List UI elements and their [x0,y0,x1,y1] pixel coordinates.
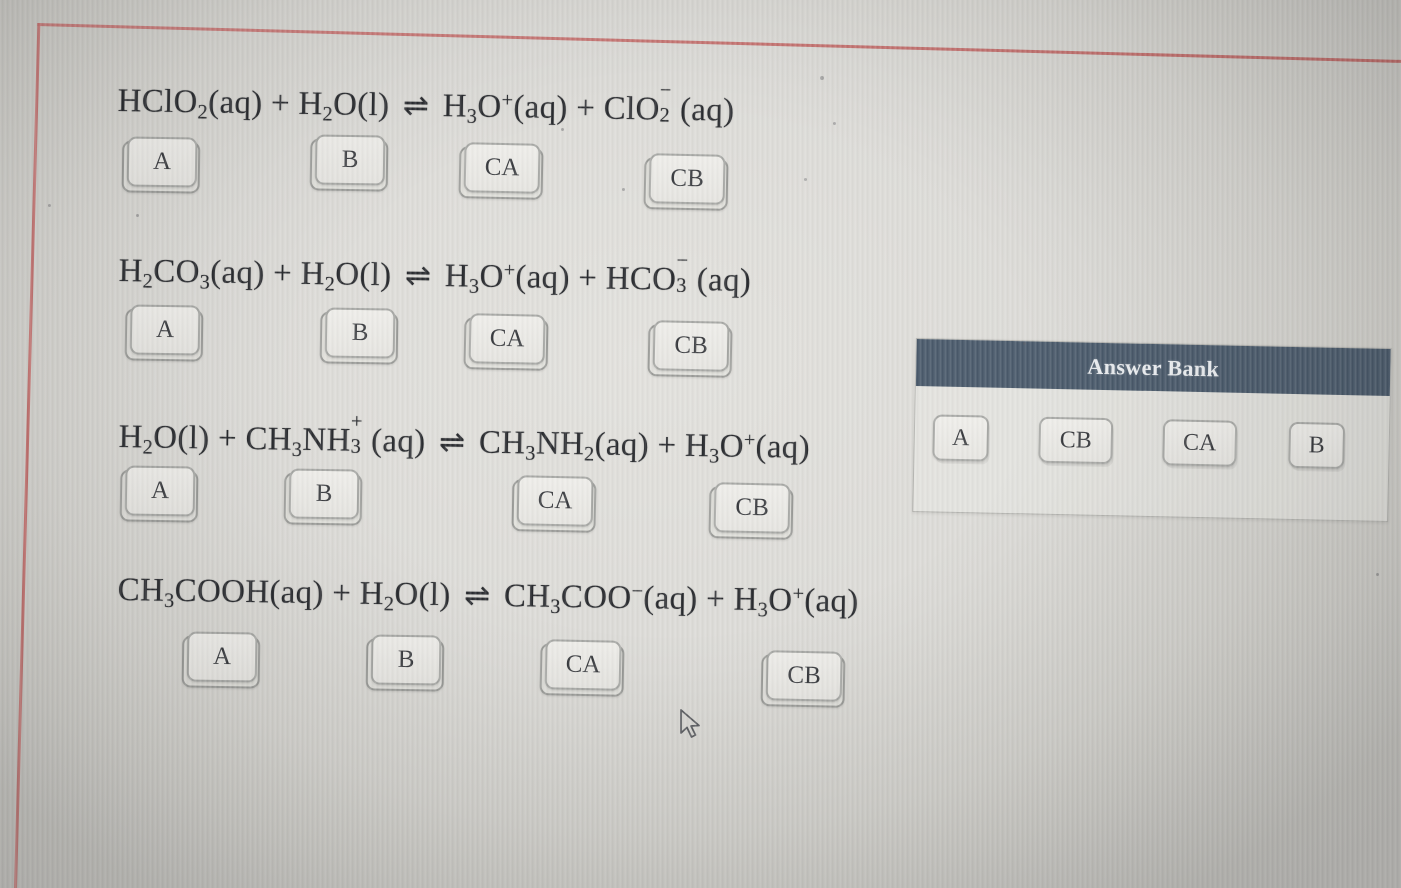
dust-speck [820,76,824,80]
answer-bank-tiles: A CB CA B [913,386,1390,523]
slot-q1-0[interactable]: A [121,136,201,194]
slot-q1-1[interactable]: B [309,134,389,192]
answer-bank-panel: Answer Bank A CB CA B [912,338,1392,522]
slot-q1-3[interactable]: CB [643,153,729,211]
mouse-cursor-icon [678,708,704,747]
question-1: HClO2(aq) + H2O(l) ⇌ H3O+(aq) + ClO −2 (aq… [117,78,735,128]
question-3: H2O(l) + CH3NH +3 (aq) ⇌ CH3NH2(aq) + H3O+… [118,411,810,468]
photographed-screen: HClO2(aq) + H2O(l) ⇌ H3O+(aq) + ClO −2 (aq… [0,0,1401,888]
slot-q4-0[interactable]: A [181,631,261,689]
slot-q1-2[interactable]: CA [458,142,544,200]
question-2: H2CO3(aq) + H2O(l) ⇌ H3O+(aq) + HCO −3 (aq… [118,248,752,299]
answer-bank-tile-ca[interactable]: CA [1162,419,1238,467]
tile-q1-3[interactable]: CB [648,153,726,205]
dust-speck [804,178,807,181]
equation-3: H2O(l) + CH3NH +3 (aq) ⇌ CH3NH2(aq) + H3O+… [118,410,811,468]
equilibrium-arrow-icon: ⇌ [463,577,491,613]
equilibrium-arrow-icon: ⇌ [438,424,466,460]
slot-q3-3[interactable]: CB [708,482,794,540]
slot-q4-2[interactable]: CA [539,639,625,697]
slot-q2-0[interactable]: A [124,304,204,362]
tile-q2-2[interactable]: CA [468,313,546,365]
tile-q1-2[interactable]: CA [463,142,541,194]
slot-q3-0[interactable]: A [119,465,199,523]
equation-1: HClO2(aq) + H2O(l) ⇌ H3O+(aq) + ClO −2 (aq… [117,79,735,129]
dust-speck [136,214,139,217]
dust-speck [1023,342,1026,345]
slot-q3-1[interactable]: B [283,468,363,526]
slot-q4-1[interactable]: B [365,634,445,692]
tile-q2-1[interactable]: B [324,307,396,359]
equation-2: H2CO3(aq) + H2O(l) ⇌ H3O+(aq) + HCO −3 (aq… [118,249,752,299]
tile-q1-1[interactable]: B [314,134,386,186]
dust-speck [622,188,625,191]
tile-q3-0[interactable]: A [124,465,196,517]
exercise-content: HClO2(aq) + H2O(l) ⇌ H3O+(aq) + ClO −2 (aq… [0,0,1401,888]
slot-q3-2[interactable]: CA [511,475,597,533]
tile-q4-2[interactable]: CA [544,639,622,691]
tile-q3-1[interactable]: B [288,468,360,520]
tile-q2-3[interactable]: CB [652,320,730,372]
equation-4: CH3COOH(aq) + H2O(l) ⇌ CH3COO−(aq) + H3O… [117,572,859,622]
dust-speck [48,204,51,207]
slot-q2-1[interactable]: B [319,307,399,365]
slot-q2-2[interactable]: CA [463,313,549,371]
tile-q3-2[interactable]: CA [516,475,594,527]
slot-q2-3[interactable]: CB [647,320,733,378]
tile-q3-3[interactable]: CB [713,482,791,534]
equilibrium-arrow-icon: ⇌ [402,87,430,123]
dust-speck [1376,573,1379,576]
tile-q1-0[interactable]: A [126,136,198,188]
answer-bank-tile-b[interactable]: B [1288,421,1346,470]
tile-q4-0[interactable]: A [186,631,258,683]
tile-q4-3[interactable]: CB [765,650,843,702]
tile-q4-1[interactable]: B [370,634,442,686]
answer-bank-tile-cb[interactable]: CB [1038,416,1114,465]
answer-bank-tile-a[interactable]: A [932,414,990,462]
equilibrium-arrow-icon: ⇌ [404,257,432,293]
dust-speck [561,128,564,131]
dust-speck [833,122,836,125]
slot-q4-3[interactable]: CB [760,650,846,708]
tile-q2-0[interactable]: A [129,304,201,356]
question-4: CH3COOH(aq) + H2O(l) ⇌ CH3COO−(aq) + H3O… [117,572,859,621]
